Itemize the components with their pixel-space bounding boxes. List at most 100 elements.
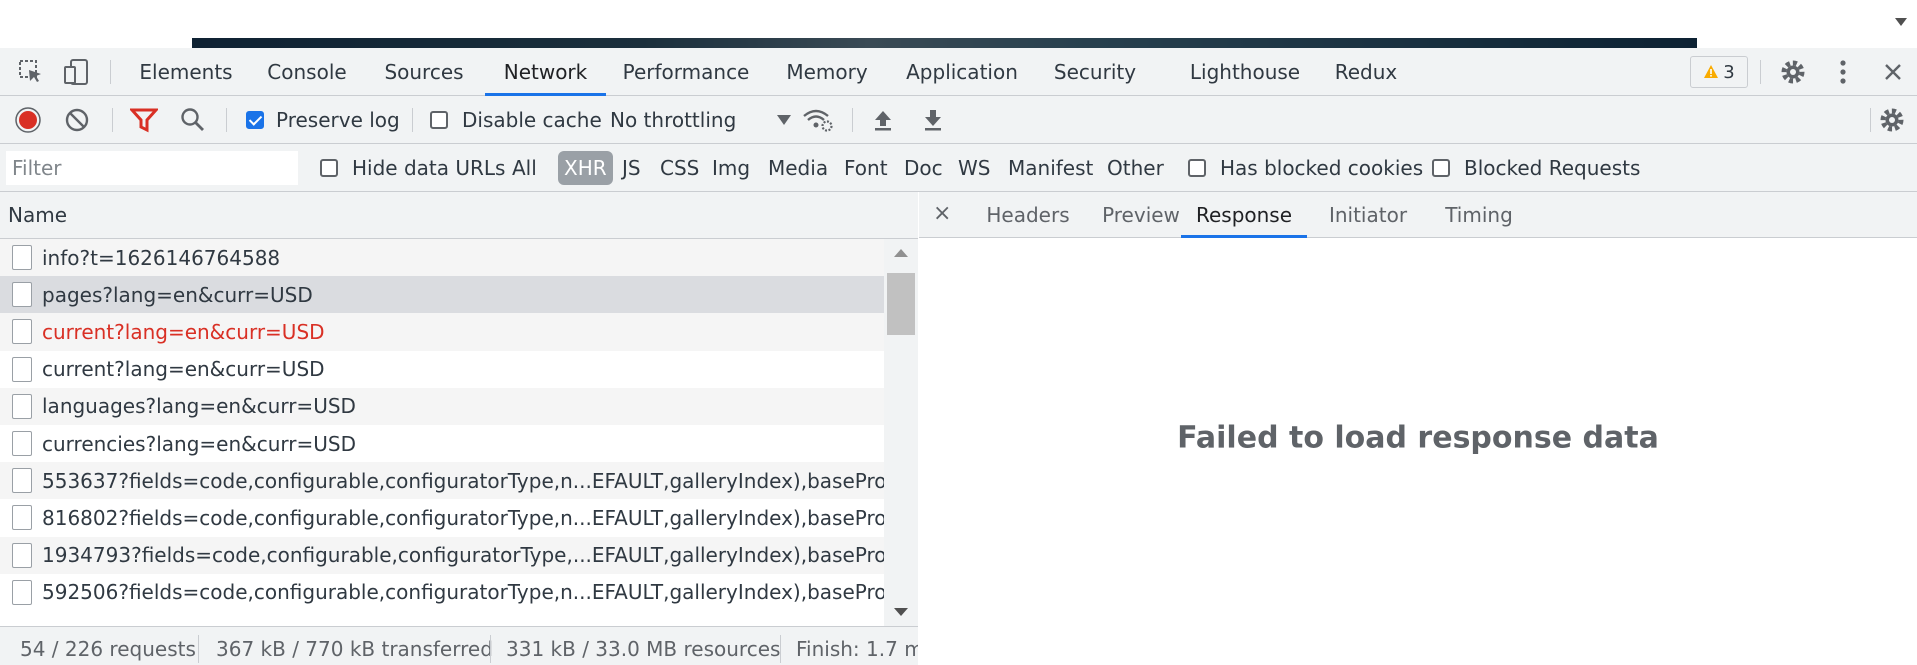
document-icon [12, 542, 32, 568]
filter-type-font[interactable]: Font [844, 144, 888, 192]
export-har-icon[interactable] [922, 96, 944, 144]
blocked-requests-checkbox[interactable]: Blocked Requests [1432, 144, 1640, 192]
toolbar-divider [112, 108, 113, 132]
filter-type-media[interactable]: Media [768, 144, 828, 192]
status-divider [490, 635, 491, 663]
network-status-bar: 54 / 226 requests 367 kB / 770 kB transf… [0, 626, 918, 665]
record-icon[interactable] [14, 96, 42, 144]
preserve-log-checkbox[interactable]: Preserve log [246, 96, 400, 144]
device-toolbar-icon[interactable] [60, 48, 94, 96]
filter-type-js[interactable]: JS [622, 144, 641, 192]
scroll-down-arrow-icon[interactable] [894, 608, 908, 616]
request-list-panel: Name info?t=1626146764588 pages?lang=en&… [0, 192, 918, 626]
filter-funnel-icon[interactable] [130, 96, 158, 144]
has-blocked-cookies-check[interactable] [1188, 159, 1206, 177]
warnings-badge[interactable]: 3 [1690, 56, 1748, 88]
request-row[interactable]: 1934793?fields=code,configurable,configu… [0, 536, 884, 574]
scrollbar-thumb[interactable] [887, 273, 915, 335]
tab-elements[interactable]: Elements [130, 48, 242, 96]
tab-preview[interactable]: Preview [1091, 192, 1191, 238]
request-row[interactable]: currencies?lang=en&curr=USD [0, 425, 884, 462]
import-har-icon[interactable] [872, 96, 894, 144]
document-icon [12, 579, 32, 605]
request-name: 592506?fields=code,configurable,configur… [42, 580, 884, 605]
close-detail-icon[interactable]: × [933, 192, 951, 238]
has-blocked-cookies-checkbox[interactable]: Has blocked cookies [1188, 144, 1423, 192]
filter-type-other[interactable]: Other [1107, 144, 1164, 192]
inspect-element-icon[interactable] [14, 48, 48, 96]
toolbar-divider [1870, 108, 1871, 132]
status-divider [780, 635, 781, 663]
page-scroll-down-icon[interactable] [1895, 18, 1907, 26]
filter-type-all[interactable]: All [512, 144, 537, 192]
blocked-requests-check[interactable] [1432, 159, 1450, 177]
request-row[interactable]: 816802?fields=code,configurable,configur… [0, 499, 884, 536]
detail-tabbar: × Headers Preview Response Initiator Tim… [919, 192, 1917, 238]
status-finish-time: Finish: 1.7 m [796, 637, 918, 661]
tab-application[interactable]: Application [898, 48, 1026, 96]
tab-initiator[interactable]: Initiator [1311, 192, 1425, 238]
filter-type-doc[interactable]: Doc [904, 144, 943, 192]
filter-type-manifest[interactable]: Manifest [1008, 144, 1093, 192]
request-name: current?lang=en&curr=USD [42, 357, 325, 382]
tab-headers[interactable]: Headers [971, 192, 1085, 238]
request-name: 1934793?fields=code,configurable,configu… [42, 543, 884, 568]
filter-type-xhr[interactable]: XHR [558, 151, 613, 185]
close-devtools-icon[interactable] [1876, 48, 1910, 96]
document-icon [12, 468, 32, 494]
tab-lighthouse[interactable]: Lighthouse [1180, 48, 1310, 96]
throttling-select[interactable]: No throttling [610, 96, 792, 144]
scroll-up-arrow-icon[interactable] [894, 249, 908, 257]
request-row[interactable]: info?t=1626146764588 [0, 239, 884, 277]
filter-type-css[interactable]: CSS [660, 144, 699, 192]
warning-icon [1704, 65, 1719, 78]
tab-sources[interactable]: Sources [372, 48, 476, 96]
tab-security[interactable]: Security [1046, 48, 1144, 96]
tab-console[interactable]: Console [258, 48, 356, 96]
tab-performance[interactable]: Performance [618, 48, 754, 96]
request-row[interactable]: 553637?fields=code,configurable,configur… [0, 462, 884, 500]
status-divider [198, 635, 199, 663]
network-toolbar: Preserve log Disable cache No throttling [0, 96, 1917, 144]
chevron-down-icon [777, 115, 792, 125]
request-row[interactable]: languages?lang=en&curr=USD [0, 387, 884, 425]
tab-network[interactable]: Network [485, 48, 606, 96]
throttling-value: No throttling [610, 108, 737, 132]
preserve-log-label: Preserve log [276, 108, 400, 132]
request-row-error[interactable]: current?lang=en&curr=USD [0, 313, 884, 351]
request-row-selected[interactable]: pages?lang=en&curr=USD [0, 276, 884, 314]
column-header-name[interactable]: Name [0, 192, 918, 239]
network-filter-bar: Hide data URLs All XHR JS CSS Img Media … [0, 144, 1917, 192]
disable-cache-checkbox[interactable]: Disable cache [430, 96, 602, 144]
tab-timing[interactable]: Timing [1429, 192, 1529, 238]
more-options-icon[interactable] [1826, 48, 1860, 96]
request-list-scrollbar[interactable] [884, 239, 918, 626]
toolbar-divider [852, 108, 853, 132]
hide-data-urls-label: Hide data URLs [352, 156, 506, 180]
filter-input[interactable] [6, 151, 298, 185]
filter-type-ws[interactable]: WS [958, 144, 990, 192]
search-icon[interactable] [180, 96, 206, 144]
request-row[interactable]: 592506?fields=code,configurable,configur… [0, 574, 884, 611]
hide-data-urls-check[interactable] [320, 159, 338, 177]
request-name: current?lang=en&curr=USD [42, 319, 325, 344]
network-settings-gear-icon[interactable] [1878, 96, 1906, 144]
tab-response[interactable]: Response [1181, 192, 1307, 238]
clear-log-icon[interactable] [64, 96, 90, 144]
status-transferred: 367 kB / 770 kB transferred [216, 637, 493, 661]
tab-memory[interactable]: Memory [774, 48, 880, 96]
tabbar-right-divider [1760, 60, 1761, 84]
request-row[interactable]: current?lang=en&curr=USD [0, 351, 884, 388]
response-error-message: Failed to load response data [1177, 420, 1659, 456]
document-icon [12, 393, 32, 419]
toolbar-divider [226, 108, 227, 132]
disable-cache-check[interactable] [430, 111, 448, 129]
network-conditions-icon[interactable] [802, 96, 834, 144]
request-name: pages?lang=en&curr=USD [42, 282, 313, 307]
status-request-count: 54 / 226 requests [20, 637, 196, 661]
tab-redux[interactable]: Redux [1330, 48, 1402, 96]
settings-gear-icon[interactable] [1776, 48, 1810, 96]
filter-type-img[interactable]: Img [712, 144, 750, 192]
hide-data-urls-checkbox[interactable]: Hide data URLs [320, 144, 505, 192]
preserve-log-check[interactable] [246, 111, 264, 129]
